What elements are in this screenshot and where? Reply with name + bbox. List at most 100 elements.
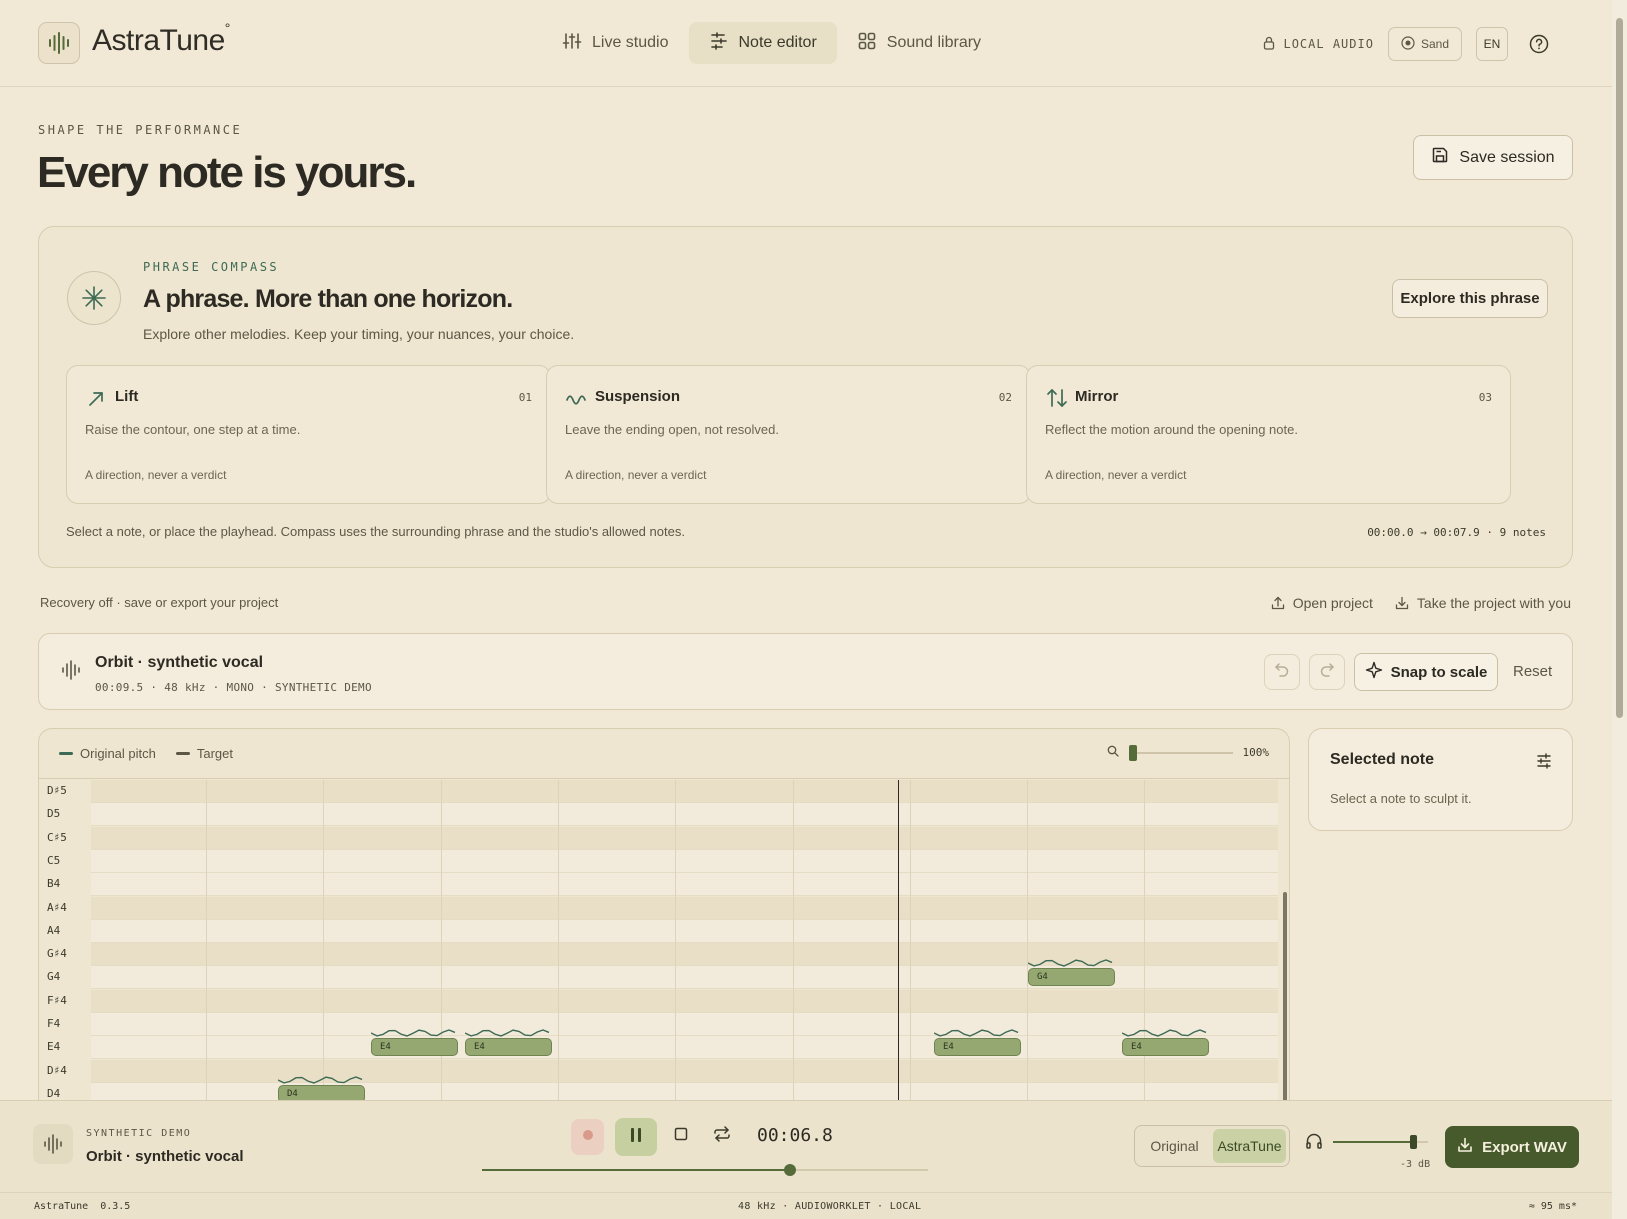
headphones-icon bbox=[1305, 1132, 1323, 1155]
note-block[interactable]: G4 bbox=[1028, 968, 1115, 987]
nav-note-editor[interactable]: Note editor bbox=[688, 22, 837, 64]
pitch-lane[interactable] bbox=[91, 803, 1278, 827]
direction-card-lift[interactable]: Lift 01 Raise the contour, one step at a… bbox=[66, 365, 551, 504]
theme-button[interactable]: Sand bbox=[1387, 27, 1462, 61]
open-project-link[interactable]: Open project bbox=[1271, 595, 1373, 611]
local-audio-indicator: LOCAL AUDIO bbox=[1263, 36, 1373, 53]
ab-original-option[interactable]: Original bbox=[1138, 1129, 1211, 1163]
pitch-lane[interactable] bbox=[91, 919, 1278, 943]
stop-button[interactable] bbox=[674, 1127, 688, 1146]
logo-icon[interactable] bbox=[38, 22, 80, 64]
beat-line bbox=[558, 780, 559, 1103]
export-label: Export WAV bbox=[1482, 1138, 1567, 1156]
pitch-lane[interactable] bbox=[91, 1059, 1278, 1083]
note-block[interactable]: E4 bbox=[934, 1038, 1021, 1057]
direction-number: 02 bbox=[998, 391, 1012, 404]
nav-sound-library[interactable]: Sound library bbox=[845, 22, 993, 64]
loop-button[interactable] bbox=[713, 1126, 731, 1147]
beat-line bbox=[675, 780, 676, 1103]
pitch-label: A♯4 bbox=[47, 900, 67, 914]
pitch-lane[interactable] bbox=[91, 989, 1278, 1013]
nav-label: Sound library bbox=[886, 34, 982, 51]
window-scrollbar[interactable] bbox=[1612, 0, 1627, 1219]
pitch-lane[interactable] bbox=[91, 873, 1278, 897]
loop-icon bbox=[713, 1126, 731, 1146]
arrows-up-down-icon bbox=[1045, 386, 1069, 410]
playback-progress-bar[interactable] bbox=[482, 1164, 928, 1176]
snap-to-scale-button[interactable]: Snap to scale bbox=[1354, 653, 1498, 691]
explore-phrase-button[interactable]: Explore this phrase bbox=[1392, 279, 1548, 318]
undo-button[interactable] bbox=[1264, 654, 1300, 690]
page-eyebrow: SHAPE THE PERFORMANCE bbox=[38, 123, 243, 137]
pitch-label: E4 bbox=[47, 1040, 61, 1054]
record-icon bbox=[582, 1128, 594, 1146]
volume-slider[interactable] bbox=[1333, 1135, 1428, 1149]
pitch-lane[interactable] bbox=[91, 780, 1278, 803]
nav-live-studio[interactable]: Live studio bbox=[550, 22, 681, 64]
note-block[interactable]: E4 bbox=[371, 1038, 458, 1057]
volume-handle[interactable] bbox=[1409, 1135, 1417, 1149]
language-button[interactable]: EN bbox=[1476, 27, 1508, 61]
zoom-control: 100% bbox=[1107, 744, 1269, 761]
main-nav: Live studio Note editor Sound library bbox=[550, 22, 993, 64]
direction-card-suspension[interactable]: Suspension 02 Leave the ending open, not… bbox=[546, 365, 1031, 504]
compass-subtitle: Explore other melodies. Keep your timing… bbox=[143, 326, 575, 342]
adjust-icon[interactable] bbox=[1536, 753, 1552, 774]
legend-swatch bbox=[175, 752, 190, 755]
selected-note-panel: Selected note Select a note to sculpt it… bbox=[1308, 728, 1573, 831]
project-actions: Open project Take the project with you bbox=[1271, 595, 1571, 611]
track-meta: 00:09.5 · 48 kHz · MONO · SYNTHETIC DEMO bbox=[95, 681, 372, 694]
pitch-legend: Original pitch Target bbox=[59, 746, 233, 761]
pitch-label: A4 bbox=[47, 923, 61, 937]
local-audio-label: LOCAL AUDIO bbox=[1283, 37, 1374, 51]
export-wav-button[interactable]: Export WAV bbox=[1445, 1126, 1579, 1168]
top-bar: AstraTune° Live studio Note editor Sound… bbox=[0, 0, 1612, 87]
legend-original: Original pitch bbox=[59, 746, 156, 761]
piano-roll-scrollbar[interactable] bbox=[1281, 780, 1289, 1103]
direction-footnote: A direction, never a verdict bbox=[1045, 468, 1187, 482]
playhead[interactable] bbox=[898, 780, 899, 1103]
direction-card-mirror[interactable]: Mirror 03 Reflect the motion around the … bbox=[1026, 365, 1511, 504]
playback-progress-handle[interactable] bbox=[783, 1164, 796, 1176]
pitch-lane[interactable] bbox=[91, 849, 1278, 873]
header-actions: LOCAL AUDIO Sand EN bbox=[1263, 27, 1556, 61]
piano-roll[interactable]: Original pitch Target 100% D♯5 D5 C♯5 C5 B4 A… bbox=[38, 728, 1290, 1103]
compass-icon bbox=[67, 271, 121, 325]
ab-astratune-option[interactable]: AstraTune bbox=[1213, 1129, 1286, 1163]
pitch-label: C♯5 bbox=[47, 830, 67, 844]
pitch-lane[interactable] bbox=[91, 1013, 1278, 1036]
pitch-lane[interactable] bbox=[91, 896, 1278, 920]
playback-progress-fill bbox=[482, 1169, 790, 1171]
stop-icon bbox=[674, 1127, 688, 1145]
save-session-label: Save session bbox=[1459, 148, 1555, 166]
note-block[interactable]: E4 bbox=[465, 1038, 552, 1057]
window-scroll-thumb[interactable] bbox=[1616, 18, 1623, 718]
reset-button[interactable]: Reset bbox=[1513, 663, 1552, 680]
pause-button[interactable] bbox=[615, 1118, 657, 1156]
record-button[interactable] bbox=[571, 1119, 604, 1155]
direction-description: Leave the ending open, not resolved. bbox=[565, 422, 779, 437]
pitch-lane[interactable] bbox=[91, 1036, 1278, 1060]
legend-target: Target bbox=[175, 746, 233, 761]
legend-original-label: Original pitch bbox=[80, 746, 156, 761]
beat-line bbox=[1027, 780, 1028, 1103]
zoom-slider-handle[interactable] bbox=[1128, 744, 1137, 761]
help-icon[interactable] bbox=[1522, 27, 1556, 61]
take-project-link[interactable]: Take the project with you bbox=[1395, 595, 1571, 611]
redo-button[interactable] bbox=[1309, 654, 1345, 690]
pitch-lane[interactable] bbox=[91, 826, 1278, 850]
save-session-button[interactable]: Save session bbox=[1413, 135, 1573, 180]
search-icon bbox=[1107, 745, 1119, 760]
note-block[interactable]: E4 bbox=[1122, 1038, 1209, 1057]
theme-icon bbox=[1401, 35, 1415, 53]
upload-icon bbox=[1271, 596, 1285, 610]
pitch-label: D♯4 bbox=[47, 1063, 67, 1077]
phrase-compass-card: PHRASE COMPASS A phrase. More than one h… bbox=[38, 226, 1573, 568]
selected-note-title: Selected note bbox=[1330, 751, 1435, 768]
piano-roll-scroll-thumb[interactable] bbox=[1283, 892, 1287, 1103]
app-logo[interactable]: AstraTune° bbox=[92, 20, 230, 58]
track-bar: Orbit · synthetic vocal 00:09.5 · 48 kHz… bbox=[38, 633, 1573, 710]
zoom-slider[interactable] bbox=[1128, 744, 1233, 761]
compass-hint: Select a note, or place the playhead. Co… bbox=[66, 524, 685, 539]
transport-eyebrow: SYNTHETIC DEMO bbox=[86, 1128, 192, 1139]
